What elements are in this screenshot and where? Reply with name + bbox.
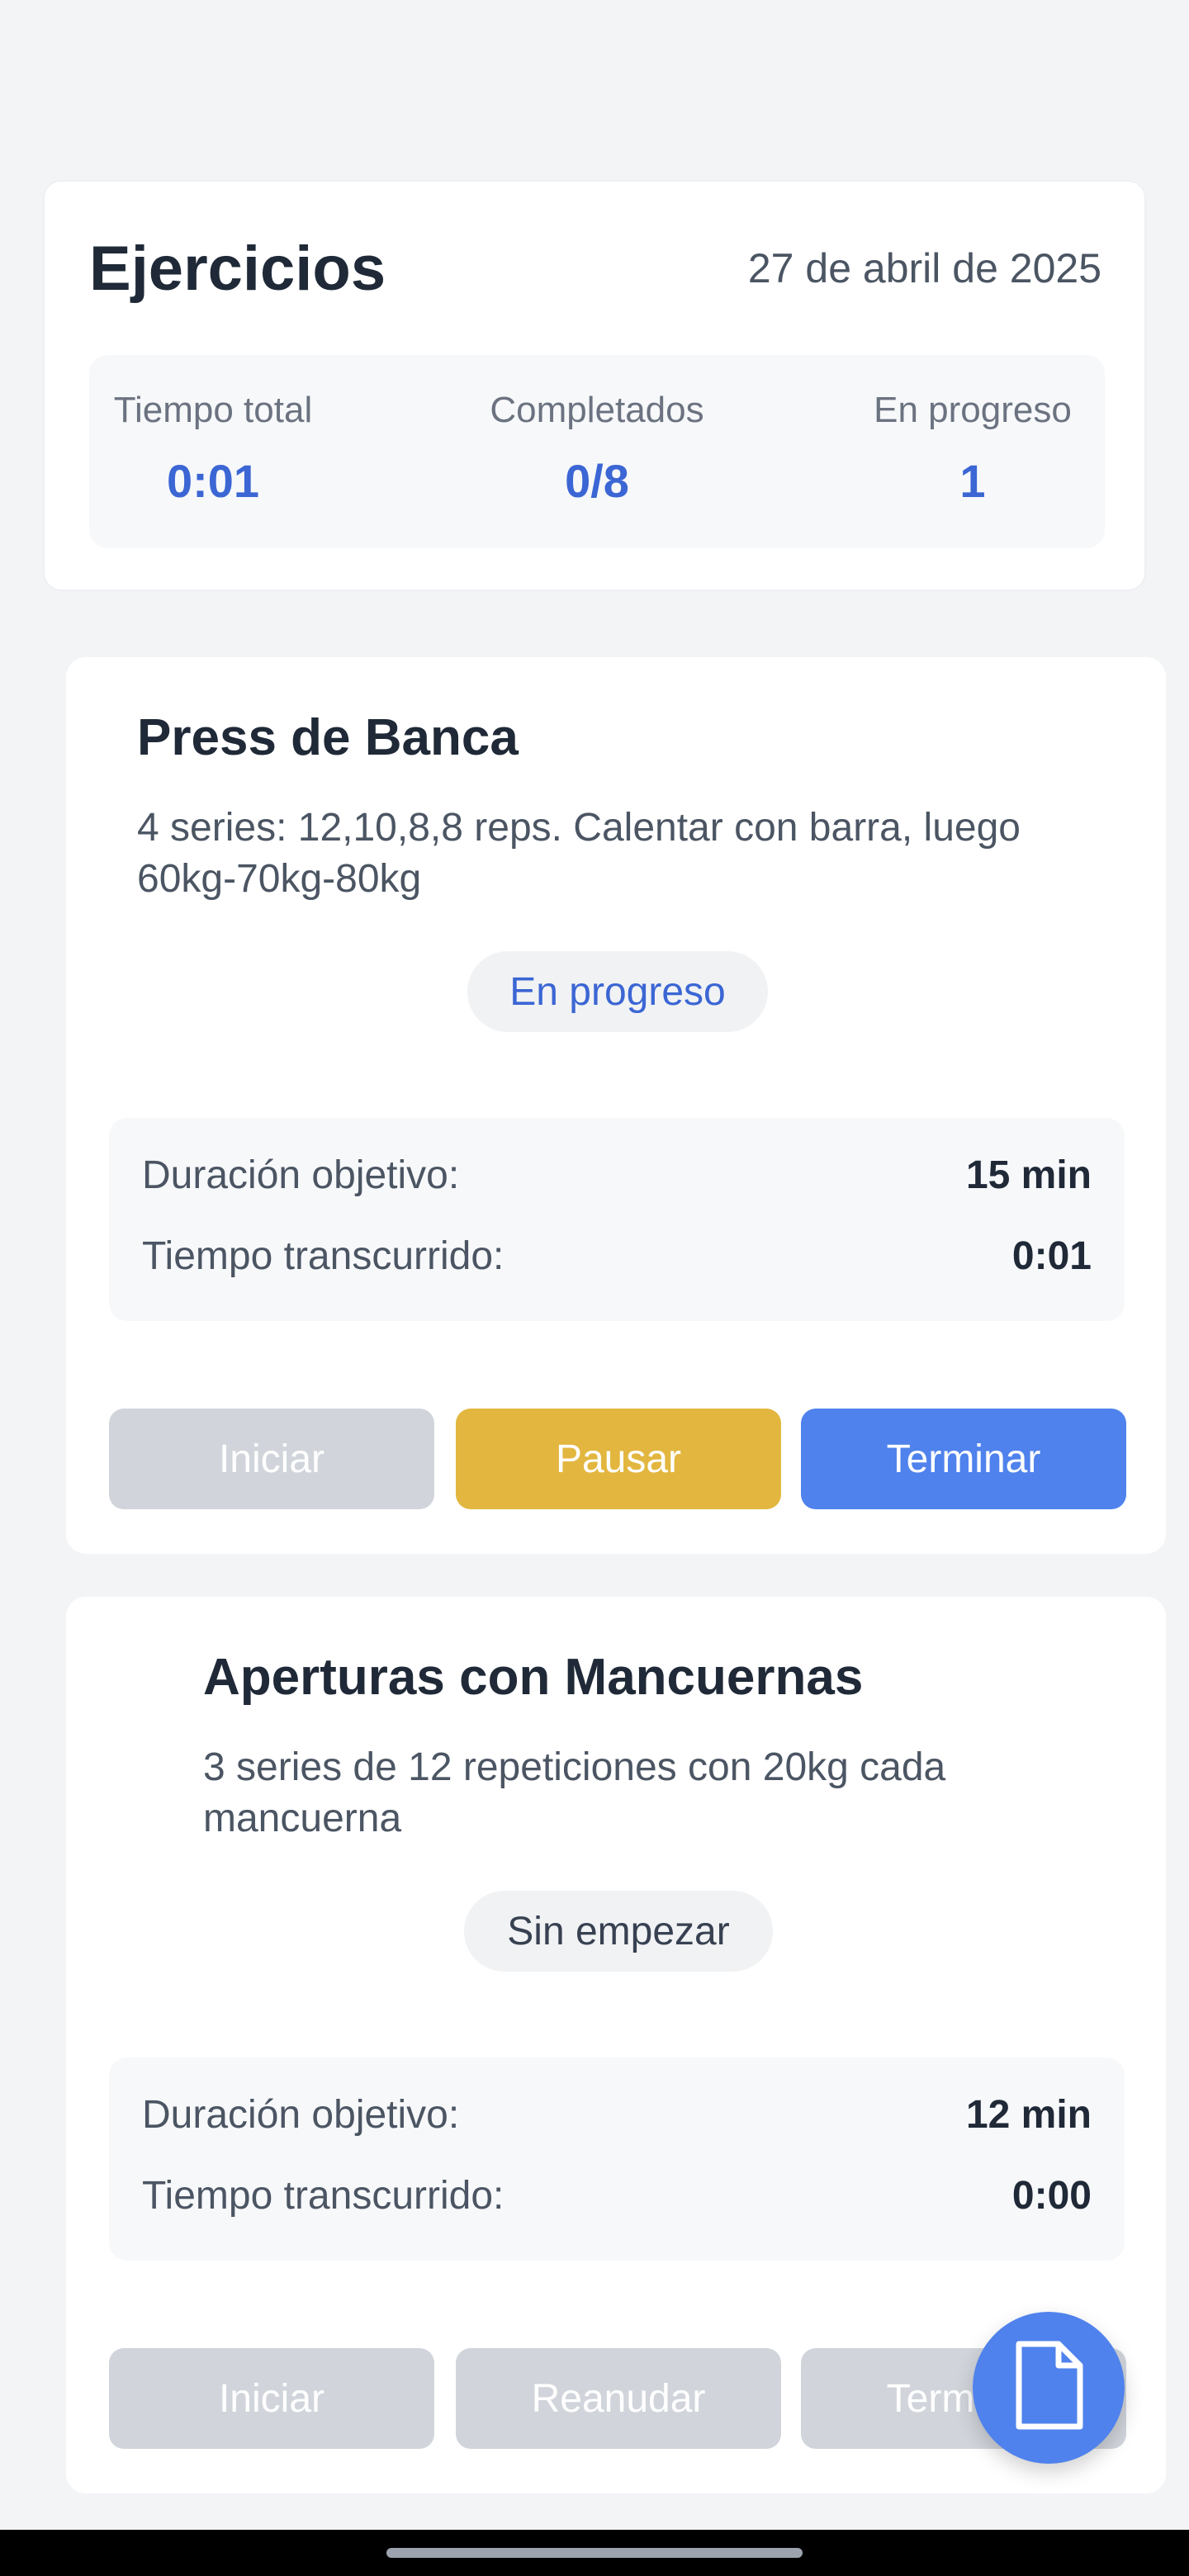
stat-label: Completados: [490, 390, 704, 430]
stat-total-time: Tiempo total 0:01: [106, 390, 320, 508]
status-badge: Sin empezar: [464, 1891, 773, 1972]
resume-button[interactable]: Reanudar: [456, 2348, 781, 2449]
elapsed-time-label: Tiempo transcurrido:: [142, 2174, 504, 2218]
app-screen: Ejercicios 27 de abril de 2025 Tiempo to…: [0, 0, 1189, 2576]
target-duration-value: 15 min: [965, 1153, 1092, 1197]
elapsed-time-row: Tiempo transcurrido: 0:01: [142, 1234, 1092, 1283]
stat-label: En progreso: [874, 390, 1072, 430]
pause-button[interactable]: Pausar: [456, 1409, 781, 1509]
system-nav-bar: [0, 2530, 1189, 2576]
target-duration-row: Duración objetivo: 12 min: [142, 2092, 1092, 2142]
time-panel: Duración objetivo: 12 min Tiempo transcu…: [109, 2057, 1125, 2261]
elapsed-time-row: Tiempo transcurrido: 0:00: [142, 2173, 1092, 2223]
stats-panel: Tiempo total 0:01 Completados 0/8 En pro…: [89, 355, 1105, 548]
stat-label: Tiempo total: [113, 390, 313, 430]
target-duration-label: Duración objetivo:: [142, 2093, 460, 2137]
home-indicator[interactable]: [386, 2548, 803, 2558]
stat-value: 0:01: [166, 455, 260, 507]
exercise-card: Press de Banca 4 series: 12,10,8,8 reps.…: [66, 657, 1166, 1554]
exercise-description: 3 series de 12 repeticiones con 20kg cad…: [203, 1745, 946, 1840]
exercise-description: 4 series: 12,10,8,8 reps. Calentar con b…: [137, 806, 1021, 901]
summary-card: Ejercicios 27 de abril de 2025 Tiempo to…: [43, 180, 1146, 591]
status-badge: En progreso: [467, 951, 768, 1032]
exercise-title: Aperturas con Mancuernas: [203, 1649, 864, 1706]
stat-value: 0/8: [565, 455, 629, 507]
session-date: 27 de abril de 2025: [747, 245, 1101, 291]
export-document-button[interactable]: [973, 2312, 1125, 2464]
finish-button[interactable]: Terminar: [801, 1409, 1126, 1509]
stat-value: 1: [959, 455, 986, 507]
start-button[interactable]: Iniciar: [109, 2348, 434, 2449]
target-duration-label: Duración objetivo:: [142, 1153, 460, 1197]
stat-completed: Completados 0/8: [465, 390, 729, 508]
document-icon: [1014, 2341, 1083, 2436]
exercise-title: Press de Banca: [137, 709, 519, 766]
elapsed-time-value: 0:00: [1011, 2174, 1092, 2218]
elapsed-time-label: Tiempo transcurrido:: [142, 1234, 504, 1278]
start-button[interactable]: Iniciar: [109, 1409, 434, 1509]
time-panel: Duración objetivo: 15 min Tiempo transcu…: [109, 1118, 1125, 1321]
elapsed-time-value: 0:01: [1011, 1234, 1092, 1278]
target-duration-row: Duración objetivo: 15 min: [142, 1153, 1092, 1202]
stat-in-progress: En progreso 1: [857, 390, 1088, 508]
target-duration-value: 12 min: [965, 2093, 1092, 2137]
page-title: Ejercicios: [89, 234, 386, 304]
